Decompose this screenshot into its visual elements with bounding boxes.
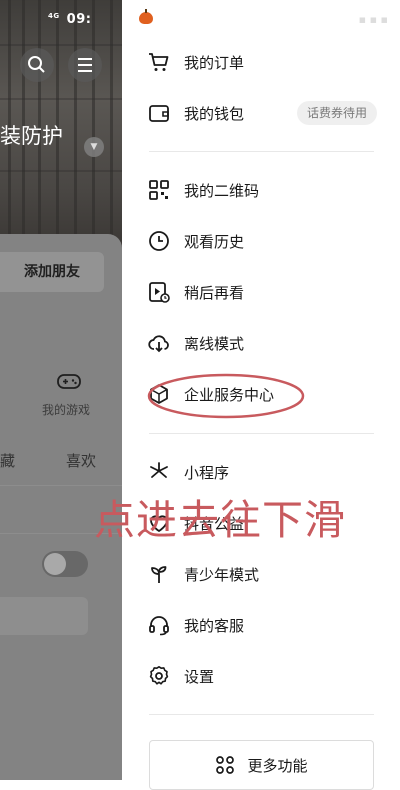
- headset-icon: [147, 613, 171, 637]
- menu-item-label: 小程序: [184, 463, 230, 482]
- tab-likes[interactable]: 喜欢: [66, 450, 96, 471]
- menu-item-label: 观看历史: [184, 232, 245, 251]
- menu-item-watch-later[interactable]: 稍后再看: [122, 272, 400, 312]
- miniprogram-icon: [147, 460, 171, 484]
- menu-item-label: 青少年模式: [184, 565, 260, 584]
- cart-icon: [147, 50, 171, 74]
- menu-item-teen-mode[interactable]: 青少年模式: [122, 554, 400, 594]
- menu-item-label: 离线模式: [184, 334, 245, 353]
- background-input[interactable]: [0, 597, 88, 635]
- coupon-badge[interactable]: 话费券待用: [297, 101, 378, 125]
- status-time: 09:: [66, 12, 92, 27]
- menu-item-history[interactable]: 观看历史: [122, 221, 400, 261]
- status-bar: 4G 09:: [48, 12, 91, 27]
- gear-icon: [147, 664, 171, 688]
- cloud-download-icon: [147, 331, 171, 355]
- menu-item-customer-service[interactable]: 我的客服: [122, 605, 400, 645]
- tab-favorites[interactable]: 藏: [0, 450, 15, 471]
- add-friend-button[interactable]: 添加朋友: [0, 252, 104, 292]
- gamepad-icon[interactable]: [56, 371, 82, 391]
- menu-item-orders[interactable]: 我的订单: [122, 42, 400, 82]
- annotation-circle: [147, 373, 305, 419]
- menu-item-offline[interactable]: 离线模式: [122, 323, 400, 363]
- menu-item-label: 我的二维码: [184, 181, 260, 200]
- toggle-switch[interactable]: [42, 551, 88, 577]
- chevron-down-icon[interactable]: ▼: [84, 137, 104, 157]
- wallet-icon: [147, 101, 171, 125]
- divider: [149, 433, 374, 434]
- my-games-label[interactable]: 我的游戏: [42, 401, 90, 418]
- qrcode-icon: [147, 178, 171, 202]
- divider: [149, 714, 374, 715]
- more-features-button[interactable]: 更多功能: [149, 740, 374, 790]
- sprout-icon: [147, 562, 171, 586]
- status-icons: ▪ ▪ ▪: [358, 13, 388, 26]
- background-app: 4G 09: 装防护 ▼ 添加朋友 我的游戏 藏 喜欢: [0, 0, 122, 780]
- search-icon[interactable]: [20, 48, 54, 82]
- annotation-text: 点进去往下滑: [94, 496, 346, 544]
- divider: [149, 151, 374, 152]
- watch-later-icon: [147, 280, 171, 304]
- more-features-label: 更多功能: [247, 756, 308, 775]
- menu-item-label: 我的钱包: [184, 104, 245, 123]
- signal-label: 4G: [48, 12, 60, 20]
- pumpkin-icon: [139, 9, 153, 24]
- menu-item-settings[interactable]: 设置: [122, 656, 400, 696]
- profile-headline: 装防护: [0, 124, 63, 148]
- grid-icon: [215, 755, 235, 775]
- menu-item-label: 我的订单: [184, 53, 245, 72]
- menu-item-label: 稍后再看: [184, 283, 245, 302]
- clock-icon: [147, 229, 171, 253]
- toggle-knob: [44, 553, 66, 575]
- menu-item-label: 设置: [184, 667, 215, 686]
- menu-item-label: 我的客服: [184, 616, 245, 635]
- menu-item-qrcode[interactable]: 我的二维码: [122, 170, 400, 210]
- menu-icon[interactable]: [68, 48, 102, 82]
